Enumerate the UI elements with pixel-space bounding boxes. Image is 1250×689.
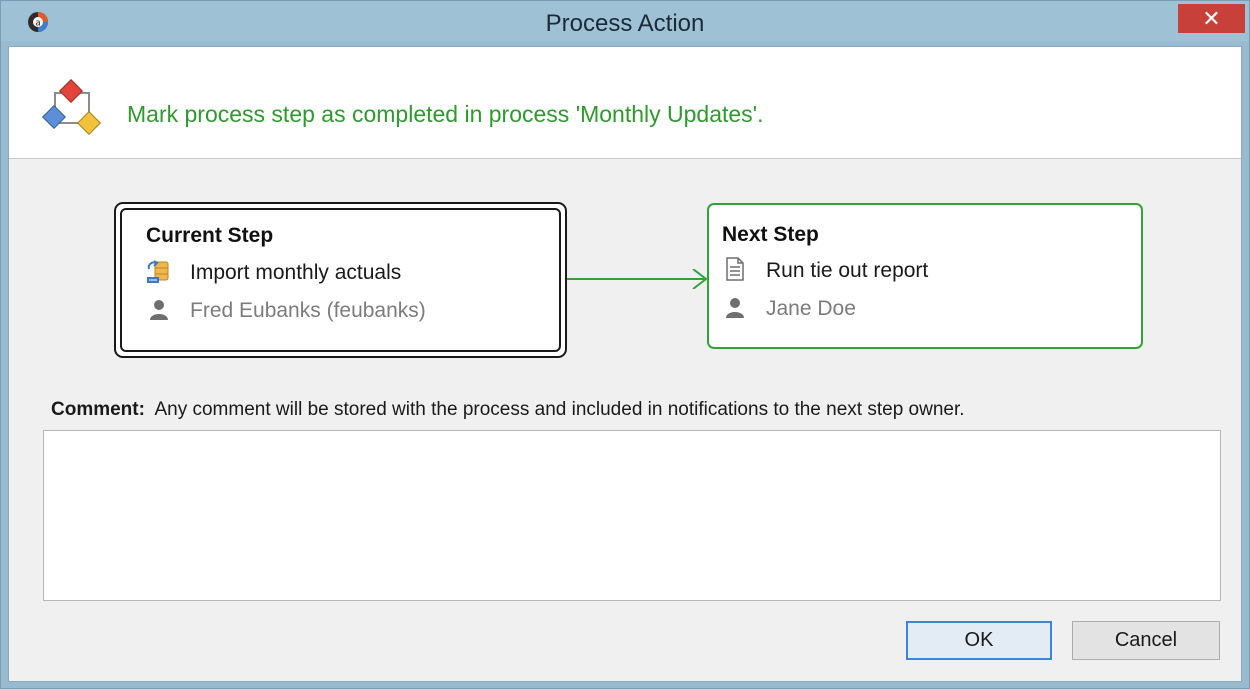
comment-label: Comment: bbox=[51, 399, 145, 420]
window-title: Process Action bbox=[545, 10, 705, 37]
dialog-body: Mark process step as completed in proces… bbox=[8, 46, 1242, 682]
process-action-window: a Process Action ✕ Mark process step as … bbox=[0, 0, 1250, 689]
comment-hint: Any comment will be stored with the proc… bbox=[154, 399, 965, 420]
next-step-card: Next Step Run tie out report Jane Doe bbox=[707, 203, 1143, 349]
next-step-owner: Jane Doe bbox=[766, 297, 856, 320]
current-step-task: Import monthly actuals bbox=[190, 261, 402, 284]
cancel-button[interactable]: Cancel bbox=[1072, 621, 1220, 660]
title-bar[interactable]: a Process Action ✕ bbox=[1, 1, 1249, 41]
dialog-header: Mark process step as completed in proces… bbox=[9, 47, 1241, 159]
step-connector-arrow bbox=[567, 269, 708, 289]
comment-textarea[interactable] bbox=[43, 430, 1221, 601]
current-step-heading: Current Step bbox=[146, 224, 274, 247]
current-step-owner: Fred Eubanks (feubanks) bbox=[190, 299, 426, 322]
import-data-icon bbox=[147, 260, 169, 283]
user-icon bbox=[726, 298, 744, 318]
process-workflow-icon bbox=[41, 79, 102, 136]
next-step-task: Run tie out report bbox=[766, 259, 929, 282]
header-message: Mark process step as completed in proces… bbox=[127, 101, 764, 127]
report-document-icon bbox=[726, 257, 744, 281]
next-step-heading: Next Step bbox=[722, 223, 819, 246]
ok-button[interactable]: OK bbox=[906, 621, 1052, 660]
close-button[interactable]: ✕ bbox=[1178, 4, 1245, 33]
current-step-card: Current Step Import monthly actuals Fred… bbox=[114, 202, 567, 358]
comment-instructions: Comment: Any comment will be stored with… bbox=[51, 399, 965, 421]
user-icon bbox=[150, 300, 168, 320]
